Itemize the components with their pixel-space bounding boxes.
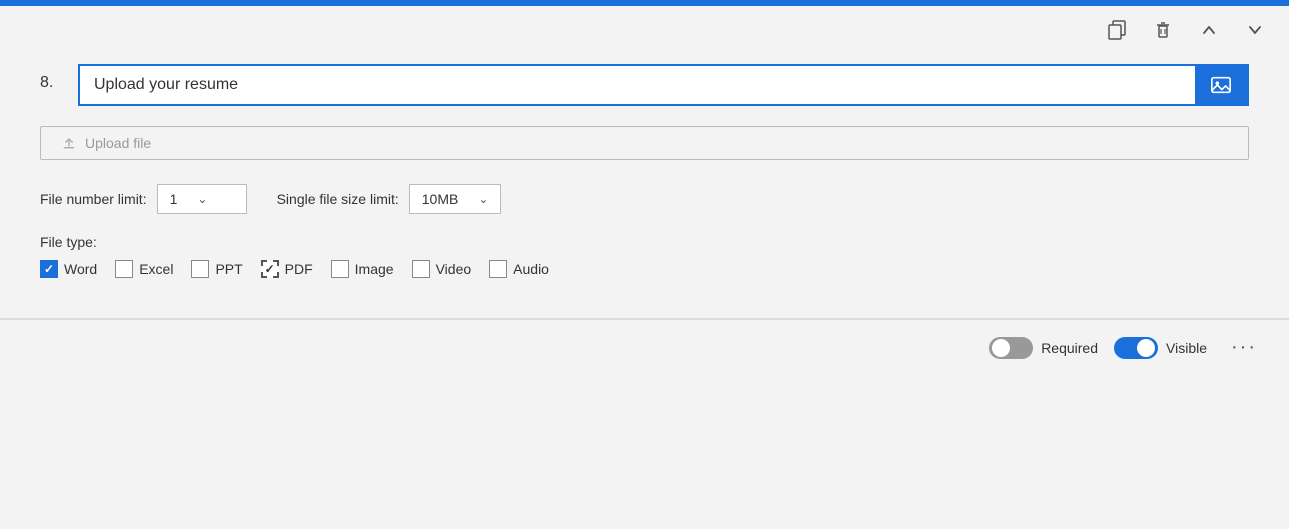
filetype-label-audio: Audio — [513, 261, 549, 277]
file-number-group: File number limit: 1 ⌄ — [40, 184, 247, 214]
required-label: Required — [1041, 340, 1098, 356]
filetype-label-image: Image — [355, 261, 394, 277]
filetype-item: Image — [331, 260, 394, 278]
file-size-chevron: ⌄ — [478, 192, 488, 206]
checkbox-audio[interactable] — [489, 260, 507, 278]
filetype-label-excel: Excel — [139, 261, 173, 277]
required-toggle-group: Required — [989, 337, 1098, 359]
file-size-label: Single file size limit: — [277, 191, 399, 207]
filetype-label-ppt: PPT — [215, 261, 242, 277]
filetype-item: Excel — [115, 260, 173, 278]
main-content: 8. Upload file File number limit: — [0, 54, 1289, 318]
file-number-select[interactable]: 1 ⌄ — [157, 184, 247, 214]
question-input-wrapper — [78, 64, 1249, 106]
upload-file-button[interactable]: Upload file — [40, 126, 1249, 160]
filetype-item: ✓ PDF — [261, 260, 313, 278]
filetype-item: Video — [412, 260, 472, 278]
filetype-row: ✓ Word Excel PPT ✓ PDF Image Video Audio — [40, 260, 1249, 278]
file-number-value: 1 — [170, 191, 178, 207]
file-number-chevron: ⌄ — [197, 192, 207, 206]
move-up-icon[interactable] — [1195, 16, 1223, 44]
filetype-label-pdf: PDF — [285, 261, 313, 277]
visible-label: Visible — [1166, 340, 1207, 356]
file-size-value: 10MB — [422, 191, 459, 207]
visible-toggle-group: Visible — [1114, 337, 1207, 359]
file-number-label: File number limit: — [40, 191, 147, 207]
upload-file-label: Upload file — [85, 135, 151, 151]
checkbox-excel[interactable] — [115, 260, 133, 278]
checkbox-image[interactable] — [331, 260, 349, 278]
checkbox-ppt[interactable] — [191, 260, 209, 278]
required-toggle[interactable] — [989, 337, 1033, 359]
checkbox-video[interactable] — [412, 260, 430, 278]
question-title-input[interactable] — [80, 66, 1195, 104]
question-number: 8. — [40, 64, 64, 106]
filetype-item: PPT — [191, 260, 242, 278]
filetype-label-word: Word — [64, 261, 97, 277]
bottom-bar: Required Visible ··· — [0, 319, 1289, 375]
question-row: 8. — [40, 64, 1249, 106]
visible-toggle-knob — [1137, 339, 1155, 357]
limits-row: File number limit: 1 ⌄ Single file size … — [40, 184, 1249, 214]
move-down-icon[interactable] — [1241, 16, 1269, 44]
file-size-group: Single file size limit: 10MB ⌄ — [277, 184, 502, 214]
more-options-button[interactable]: ··· — [1223, 332, 1265, 363]
checkbox-pdf[interactable]: ✓ — [261, 260, 279, 278]
visible-toggle[interactable] — [1114, 337, 1158, 359]
filetype-section: File type: ✓ Word Excel PPT ✓ PDF Image Video Au… — [40, 234, 1249, 278]
delete-icon[interactable] — [1149, 16, 1177, 44]
toolbar — [0, 6, 1289, 54]
copy-icon[interactable] — [1103, 16, 1131, 44]
checkbox-word[interactable]: ✓ — [40, 260, 58, 278]
filetype-item: ✓ Word — [40, 260, 97, 278]
filetype-label-video: Video — [436, 261, 472, 277]
filetype-label: File type: — [40, 234, 1249, 250]
file-size-select[interactable]: 10MB ⌄ — [409, 184, 502, 214]
required-toggle-knob — [992, 339, 1010, 357]
filetype-item: Audio — [489, 260, 549, 278]
image-insert-button[interactable] — [1195, 66, 1247, 104]
